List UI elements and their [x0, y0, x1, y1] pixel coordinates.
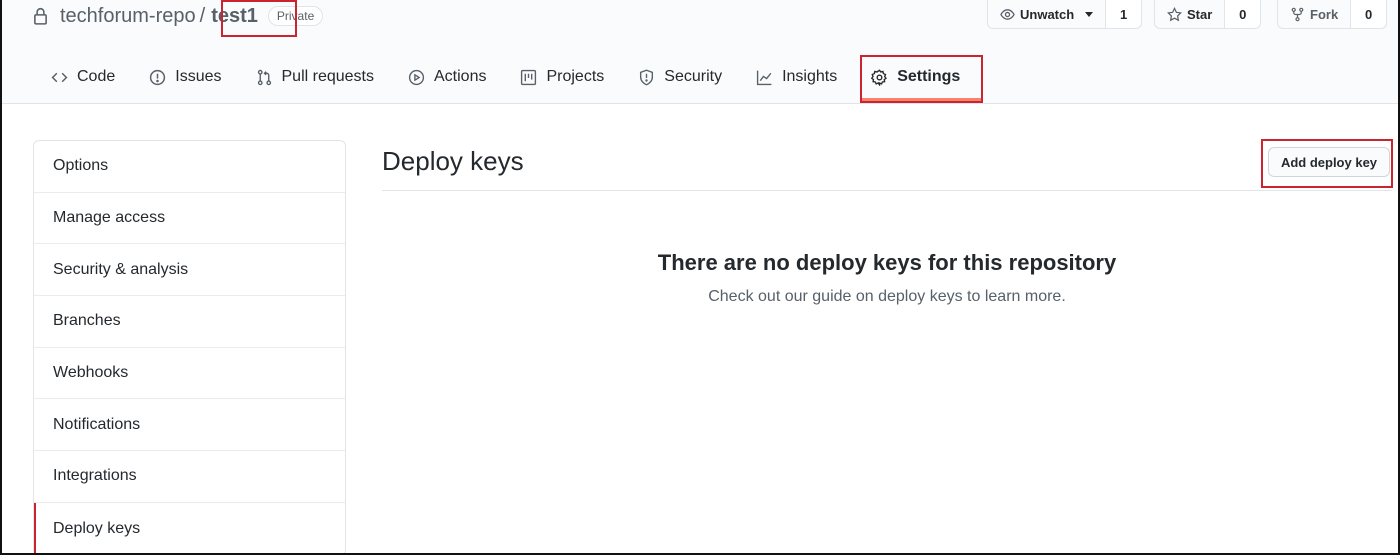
repo-nav-tabs: Code Issues Pull requests Actions Projec… [36, 56, 979, 102]
tab-label: Issues [175, 68, 222, 85]
sidebar-item-label: Webhooks [53, 364, 129, 382]
star-group: Star 0 [1154, 0, 1262, 29]
unwatch-label: Unwatch [1020, 6, 1075, 22]
sidebar-item-label: Integrations [53, 467, 137, 485]
repo-title: techforum-repo / test1 Private [33, 2, 324, 30]
fork-button[interactable]: Fork [1278, 0, 1350, 28]
fork-icon [1291, 7, 1304, 21]
sidebar-item-security-analysis[interactable]: Security & analysis [34, 244, 345, 297]
star-label: Star [1187, 6, 1213, 22]
repo-separator: / [199, 4, 206, 27]
sidebar-item-branches[interactable]: Branches [34, 296, 345, 348]
issue-icon [150, 69, 166, 85]
selected-tab-indicator [862, 98, 982, 101]
sidebar-item-label: Branches [53, 312, 121, 330]
tab-label: Security [664, 68, 723, 85]
sidebar-item-notifications[interactable]: Notifications [34, 399, 345, 452]
watch-group: Unwatch 1 [987, 0, 1143, 29]
watchers-count[interactable]: 1 [1105, 0, 1142, 28]
tab-insights[interactable]: Insights [741, 56, 852, 98]
sidebar-item-options[interactable]: Options [34, 141, 345, 193]
pull-request-icon [257, 69, 271, 85]
tab-label: Pull requests [281, 68, 375, 85]
shield-icon [640, 69, 654, 85]
star-button[interactable]: Star [1155, 0, 1224, 28]
stargazers-count[interactable]: 0 [1224, 0, 1261, 28]
graph-icon [756, 70, 772, 85]
tab-pull-requests[interactable]: Pull requests [241, 56, 390, 98]
sidebar-item-deploy-keys[interactable]: Deploy keys [34, 502, 345, 555]
sidebar-item-label: Security & analysis [53, 260, 189, 278]
lock-icon [34, 7, 47, 25]
sidebar-item-label: Options [53, 157, 109, 175]
blankslate-text: Check out our guide on deploy keys to le… [708, 288, 1066, 305]
repo-name-link[interactable]: test1 [211, 5, 258, 28]
tab-issues[interactable]: Issues [134, 56, 236, 98]
tab-code[interactable]: Code [36, 56, 130, 98]
sidebar-item-label: Manage access [53, 209, 166, 227]
forks-count[interactable]: 0 [1350, 0, 1387, 28]
unwatch-button[interactable]: Unwatch [988, 0, 1105, 28]
tab-projects[interactable]: Projects [505, 56, 619, 98]
blankslate-title: There are no deploy keys for this reposi… [657, 250, 1117, 275]
sidebar-item-label: Notifications [53, 415, 141, 433]
gear-icon [871, 68, 888, 86]
repo-header: techforum-repo / test1 Private Unwatch 1… [0, 0, 1400, 104]
tab-label: Code [77, 68, 116, 85]
tab-actions[interactable]: Actions [393, 56, 501, 98]
tab-security[interactable]: Security [623, 56, 737, 98]
tab-label: Insights [782, 68, 838, 85]
visibility-badge: Private [267, 6, 324, 26]
title-divider [382, 190, 1392, 191]
tab-label: Settings [897, 68, 961, 85]
tab-settings[interactable]: Settings [856, 56, 975, 98]
fork-group: Fork 0 [1277, 0, 1388, 29]
page-title: Deploy keys [382, 146, 524, 176]
sidebar-item-label: Deploy keys [53, 519, 141, 537]
chevron-down-icon [1085, 11, 1094, 17]
sidebar-item-manage-access[interactable]: Manage access [34, 193, 345, 245]
star-icon [1167, 6, 1182, 21]
sidebar-item-webhooks[interactable]: Webhooks [34, 348, 345, 400]
tab-label: Projects [546, 68, 605, 85]
sidebar-item-integrations[interactable]: Integrations [34, 451, 345, 503]
fork-label: Fork [1310, 6, 1339, 22]
settings-sidebar: Options Manage access Security & analysi… [33, 140, 346, 555]
project-icon [521, 69, 537, 85]
tab-label: Actions [434, 68, 487, 85]
eye-icon [1000, 8, 1015, 20]
repo-owner-link[interactable]: techforum-repo [60, 5, 196, 28]
play-icon [408, 69, 425, 85]
code-icon [51, 72, 68, 82]
add-deploy-key-button[interactable]: Add deploy key [1268, 147, 1390, 177]
